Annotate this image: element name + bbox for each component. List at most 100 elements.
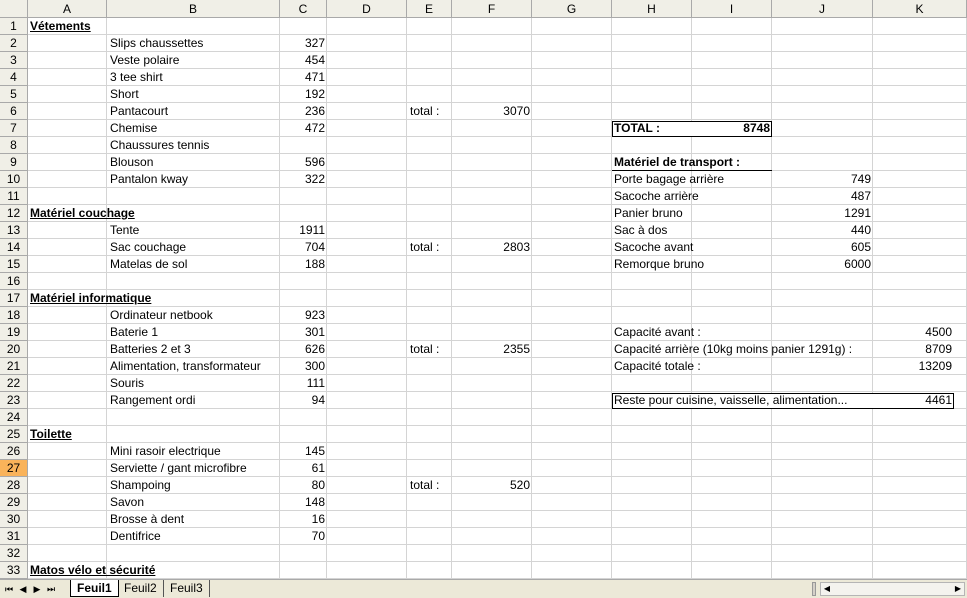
row-header-16[interactable]: 16 <box>0 273 28 290</box>
capacity-value[interactable]: 13209 <box>873 358 954 375</box>
section-header-couchage[interactable]: Matériel couchage <box>28 205 278 222</box>
column-header-k[interactable]: K <box>873 0 967 18</box>
transport-item-name[interactable]: Sacoche arrière <box>612 188 772 205</box>
transport-item-weight[interactable]: 605 <box>792 239 873 256</box>
reste-value[interactable]: 4461 <box>873 392 954 409</box>
row-header-19[interactable]: 19 <box>0 324 28 341</box>
item-name[interactable]: Savon <box>108 494 280 511</box>
transport-item-name[interactable]: Porte bagage arrière <box>612 171 772 188</box>
row-header-11[interactable]: 11 <box>0 188 28 205</box>
item-weight[interactable]: 596 <box>280 154 327 171</box>
capacity-label[interactable]: Capacité avant : <box>612 324 882 341</box>
item-name[interactable]: Veste polaire <box>108 52 280 69</box>
item-name[interactable]: Mini rasoir electrique <box>108 443 280 460</box>
row-header-18[interactable]: 18 <box>0 307 28 324</box>
item-weight[interactable]: 300 <box>280 358 327 375</box>
row-header-15[interactable]: 15 <box>0 256 28 273</box>
reste-label[interactable]: Reste pour cuisine, vaisselle, alimentat… <box>612 392 882 409</box>
last-sheet-icon[interactable]: ⏭ <box>45 582 57 596</box>
prev-sheet-icon[interactable]: ◀ <box>17 582 29 596</box>
row-header-32[interactable]: 32 <box>0 545 28 562</box>
item-name[interactable]: Batteries 2 et 3 <box>108 341 280 358</box>
column-header-c[interactable]: C <box>280 0 327 18</box>
item-name[interactable]: Brosse à dent <box>108 511 280 528</box>
item-weight[interactable]: 16 <box>280 511 327 528</box>
row-header-25[interactable]: 25 <box>0 426 28 443</box>
item-name[interactable]: Alimentation, transformateur <box>108 358 280 375</box>
row-header-5[interactable]: 5 <box>0 86 28 103</box>
row-header-23[interactable]: 23 <box>0 392 28 409</box>
item-weight[interactable]: 94 <box>280 392 327 409</box>
sheet-tab-feuil2[interactable]: Feuil2 <box>118 580 164 597</box>
section-header-velo[interactable]: Matos vélo et sécurité <box>28 562 278 579</box>
grand-total-value[interactable]: 8748 <box>692 120 772 137</box>
transport-item-name[interactable]: Remorque bruno <box>612 256 772 273</box>
item-weight[interactable]: 145 <box>280 443 327 460</box>
horizontal-scrollbar[interactable]: ◀ ▶ <box>820 582 965 596</box>
column-header-b[interactable]: B <box>107 0 280 18</box>
transport-item-weight[interactable]: 440 <box>792 222 873 239</box>
column-header-a[interactable]: A <box>28 0 107 18</box>
first-sheet-icon[interactable]: ⏮ <box>3 582 15 596</box>
item-name[interactable]: Chemise <box>108 120 280 137</box>
item-name[interactable]: Tente <box>108 222 280 239</box>
capacity-value[interactable]: 8709 <box>873 341 954 358</box>
transport-title[interactable]: Matériel de transport : <box>612 154 772 171</box>
row-header-2[interactable]: 2 <box>0 35 28 52</box>
row-header-9[interactable]: 9 <box>0 154 28 171</box>
item-name[interactable]: Matelas de sol <box>108 256 280 273</box>
item-name[interactable]: Baterie 1 <box>108 324 280 341</box>
row-header-3[interactable]: 3 <box>0 52 28 69</box>
total-label-couchage[interactable]: total : <box>408 239 452 256</box>
total-value-toilette[interactable]: 520 <box>452 477 532 494</box>
transport-item-weight[interactable]: 487 <box>792 188 873 205</box>
row-header-12[interactable]: 12 <box>0 205 28 222</box>
row-header-20[interactable]: 20 <box>0 341 28 358</box>
total-label-informatique[interactable]: total : <box>408 341 452 358</box>
item-name[interactable]: Rangement ordi <box>108 392 280 409</box>
column-header-j[interactable]: J <box>772 0 873 18</box>
item-name[interactable]: Pantalon kway <box>108 171 280 188</box>
column-header-i[interactable]: I <box>692 0 772 18</box>
transport-item-weight[interactable]: 6000 <box>792 256 873 273</box>
item-name[interactable]: Ordinateur netbook <box>108 307 280 324</box>
row-header-27[interactable]: 27 <box>0 460 28 477</box>
row-header-30[interactable]: 30 <box>0 511 28 528</box>
capacity-value[interactable]: 4500 <box>873 324 954 341</box>
row-header-10[interactable]: 10 <box>0 171 28 188</box>
item-weight[interactable]: 322 <box>280 171 327 188</box>
row-header-31[interactable]: 31 <box>0 528 28 545</box>
item-weight[interactable]: 472 <box>280 120 327 137</box>
row-header-4[interactable]: 4 <box>0 69 28 86</box>
next-sheet-icon[interactable]: ▶ <box>31 582 43 596</box>
total-value-informatique[interactable]: 2355 <box>452 341 532 358</box>
item-name[interactable]: Sac couchage <box>108 239 280 256</box>
item-name[interactable]: Dentifrice <box>108 528 280 545</box>
sheet-tab-feuil3[interactable]: Feuil3 <box>164 580 210 597</box>
column-header-d[interactable]: D <box>327 0 407 18</box>
column-header-f[interactable]: F <box>452 0 532 18</box>
select-all-corner[interactable] <box>0 0 28 18</box>
row-header-28[interactable]: 28 <box>0 477 28 494</box>
item-weight[interactable]: 327 <box>280 35 327 52</box>
item-weight[interactable]: 1911 <box>280 222 327 239</box>
item-weight[interactable]: 236 <box>280 103 327 120</box>
section-header-informatique[interactable]: Matériel informatique <box>28 290 278 307</box>
column-header-h[interactable]: H <box>612 0 692 18</box>
item-weight[interactable]: 80 <box>280 477 327 494</box>
item-weight[interactable]: 111 <box>280 375 327 392</box>
row-header-29[interactable]: 29 <box>0 494 28 511</box>
item-weight[interactable]: 188 <box>280 256 327 273</box>
tab-split-handle[interactable] <box>812 582 816 596</box>
item-name[interactable]: Chaussures tennis <box>108 137 280 154</box>
item-weight[interactable]: 301 <box>280 324 327 341</box>
capacity-label[interactable]: Capacité arrière (10kg moins panier 1291… <box>612 341 882 358</box>
item-weight[interactable]: 70 <box>280 528 327 545</box>
scroll-right-icon[interactable]: ▶ <box>952 583 964 595</box>
item-name[interactable]: Souris <box>108 375 280 392</box>
item-name[interactable]: Short <box>108 86 280 103</box>
item-name[interactable]: Slips chaussettes <box>108 35 280 52</box>
total-value-couchage[interactable]: 2803 <box>452 239 532 256</box>
row-header-6[interactable]: 6 <box>0 103 28 120</box>
row-header-21[interactable]: 21 <box>0 358 28 375</box>
